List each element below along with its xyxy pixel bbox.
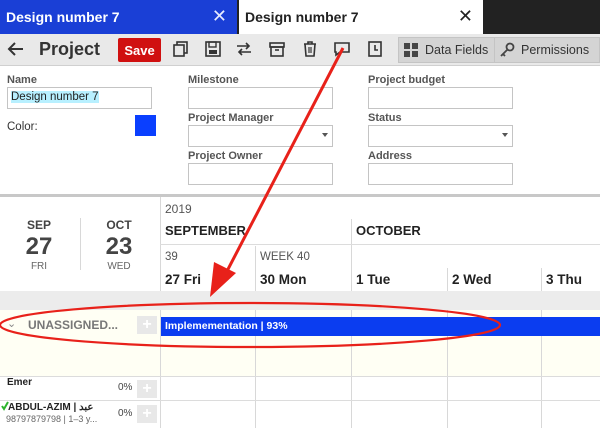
- end-month: OCT: [106, 218, 132, 232]
- address-label: Address: [368, 150, 413, 162]
- project-manager-select[interactable]: [188, 125, 333, 147]
- tab-design-number-7-inactive[interactable]: Design number 7 ✕: [0, 0, 237, 34]
- color-label: Color:: [7, 121, 38, 133]
- week-39: 39: [165, 251, 178, 263]
- color-swatch[interactable]: [135, 115, 156, 136]
- milestone-field[interactable]: [188, 87, 333, 109]
- month-september: SEPTEMBER: [165, 223, 246, 238]
- grid-icon: [404, 43, 418, 57]
- tab-title: Design number 7: [245, 9, 359, 25]
- copy-icon[interactable]: [172, 40, 190, 58]
- permissions-button[interactable]: Permissions: [494, 37, 600, 63]
- row-divider: [0, 400, 600, 401]
- chevron-down-icon[interactable]: ⌄: [7, 317, 16, 330]
- tab-bar: Design number 7 ✕ Design number 7 ✕: [0, 0, 600, 34]
- permissions-label: Permissions: [521, 43, 590, 57]
- save-all-icon[interactable]: [204, 40, 222, 58]
- date-divider: [80, 218, 81, 270]
- name-field[interactable]: Design number 7: [7, 87, 152, 109]
- start-date[interactable]: SEP 27 FRI: [18, 218, 60, 272]
- status-select[interactable]: [368, 125, 513, 147]
- close-tab-icon[interactable]: ✕: [458, 7, 473, 25]
- add-assignment-button[interactable]: +: [137, 380, 157, 398]
- name-value: Design number 7: [11, 91, 99, 103]
- end-date[interactable]: OCT 23 WED: [98, 218, 140, 272]
- task-bar[interactable]: Implemementation | 93%: [161, 317, 600, 336]
- end-day: 23: [105, 233, 133, 260]
- resource-percent: 0%: [118, 382, 133, 393]
- name-label: Name: [7, 74, 37, 86]
- week-40: WEEK 40: [260, 251, 310, 263]
- data-fields-button[interactable]: Data Fields: [398, 37, 496, 63]
- chevron-down-icon: [322, 133, 328, 137]
- row-divider: [0, 376, 600, 377]
- swap-icon[interactable]: [235, 40, 253, 58]
- back-arrow-icon[interactable]: [7, 40, 25, 58]
- year-label: 2019: [165, 202, 192, 216]
- milestone-label: Milestone: [188, 74, 239, 86]
- resource-percent: 0%: [118, 408, 133, 419]
- save-button[interactable]: Save: [118, 38, 161, 62]
- unassigned-label[interactable]: UNASSIGNED...: [28, 318, 118, 332]
- day-27-fri: 27 Fri: [165, 272, 202, 287]
- close-tab-icon[interactable]: ✕: [212, 7, 227, 25]
- budget-field[interactable]: [368, 87, 513, 109]
- page-title: Project: [39, 39, 101, 59]
- day-3-thu: 3 Thu: [546, 272, 582, 287]
- month-october: OCTOBER: [356, 223, 421, 238]
- history-icon[interactable]: [366, 40, 384, 58]
- day-30-mon: 30 Mon: [260, 272, 307, 287]
- archive-icon[interactable]: [268, 40, 286, 58]
- end-weekday: WED: [107, 261, 131, 272]
- chevron-down-icon: [502, 133, 508, 137]
- data-fields-label: Data Fields: [425, 43, 489, 57]
- key-icon: [500, 42, 515, 57]
- resource-name[interactable]: Emer: [7, 377, 32, 388]
- project-owner-field[interactable]: [188, 163, 333, 185]
- project-form: Name Design number 7 Color: Milestone Pr…: [0, 66, 600, 194]
- address-field[interactable]: [368, 163, 513, 185]
- comment-icon[interactable]: [333, 40, 351, 58]
- add-assignment-button[interactable]: +: [137, 405, 157, 423]
- start-month: SEP: [26, 218, 51, 232]
- section-divider[interactable]: [0, 194, 600, 197]
- status-label: Status: [368, 112, 402, 124]
- add-assignment-button[interactable]: +: [137, 316, 157, 334]
- resource-subtitle: 98797879798 | 1–3 y...: [6, 414, 98, 424]
- header-divider: [160, 244, 600, 245]
- day-1-tue: 1 Tue: [356, 272, 391, 287]
- toolbar: Project Save Data Fields Permissions: [0, 34, 600, 66]
- day-2-wed: 2 Wed: [452, 272, 492, 287]
- timeline-band: [0, 291, 600, 310]
- tab-design-number-7-active[interactable]: Design number 7 ✕: [239, 0, 483, 34]
- start-weekday: FRI: [30, 261, 48, 272]
- project-manager-label: Project Manager: [188, 112, 274, 124]
- start-day: 27: [25, 233, 53, 260]
- tab-title: Design number 7: [6, 9, 120, 25]
- resource-name[interactable]: ABDUL-AZIM | عبد: [8, 402, 93, 413]
- budget-label: Project budget: [368, 74, 446, 86]
- delete-icon[interactable]: [301, 40, 319, 58]
- project-owner-label: Project Owner: [188, 150, 263, 162]
